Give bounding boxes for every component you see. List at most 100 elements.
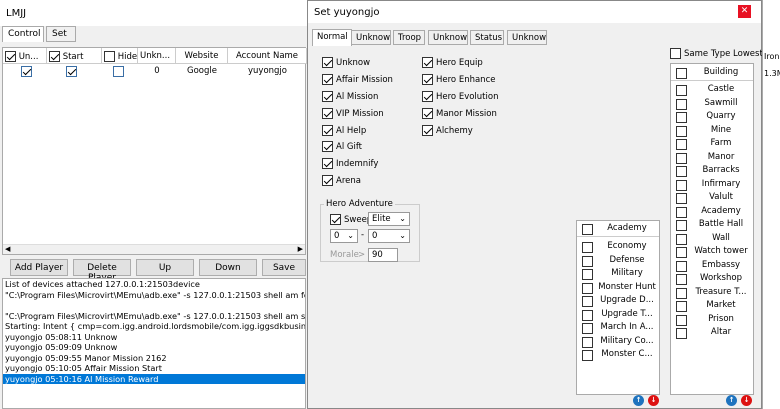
checkbox[interactable]: [422, 57, 433, 68]
add-player-button[interactable]: Add Player: [10, 259, 68, 276]
building-item[interactable]: Academy: [671, 206, 753, 220]
tab-set[interactable]: Set: [46, 26, 76, 42]
checkbox[interactable]: [322, 175, 333, 186]
checkbox[interactable]: [582, 350, 593, 361]
option-alchemy[interactable]: Alchemy: [422, 125, 473, 139]
checkbox[interactable]: [422, 108, 433, 119]
academy-item[interactable]: Monster Hunt: [577, 282, 659, 296]
scroll-right-icon[interactable]: ▶: [298, 245, 303, 253]
scroll-left-icon[interactable]: ◀: [5, 245, 10, 253]
sweep-option[interactable]: Sweep: [330, 214, 368, 228]
building-item[interactable]: Battle Hall: [671, 219, 753, 233]
tab-control[interactable]: Control: [2, 26, 44, 42]
building-item[interactable]: Barracks: [671, 165, 753, 179]
checkbox[interactable]: [322, 57, 333, 68]
checkbox[interactable]: [322, 125, 333, 136]
checkbox[interactable]: [676, 301, 687, 312]
checkbox[interactable]: [676, 166, 687, 177]
building-item[interactable]: Embassy: [671, 260, 753, 274]
academy-header[interactable]: Academy: [577, 223, 659, 237]
building-item[interactable]: Workshop: [671, 273, 753, 287]
checkbox[interactable]: [676, 274, 687, 285]
row-hide-checkbox[interactable]: [111, 66, 125, 80]
option-al-help[interactable]: Al Help: [322, 125, 366, 139]
checkbox[interactable]: [322, 91, 333, 102]
option-hero-equip[interactable]: Hero Equip: [422, 57, 483, 71]
row-start-checkbox[interactable]: [64, 66, 78, 80]
morale-input[interactable]: 90: [368, 248, 398, 262]
building-item[interactable]: Prison: [671, 314, 753, 328]
header-account[interactable]: Account Name: [228, 48, 307, 64]
header-un[interactable]: Un...: [3, 48, 47, 64]
header-hide-checkbox[interactable]: [104, 51, 115, 62]
option-indemnify[interactable]: Indemnify: [322, 158, 378, 172]
academy-item[interactable]: Military: [577, 268, 659, 282]
checkbox[interactable]: [676, 288, 687, 299]
grid-scrollbar[interactable]: ◀ ▶: [3, 244, 305, 254]
checkbox[interactable]: [676, 139, 687, 150]
option-affair-mission[interactable]: Affair Mission: [322, 74, 393, 88]
building-item[interactable]: Wall: [671, 233, 753, 247]
building-up-icon[interactable]: ↑: [726, 395, 737, 406]
checkbox[interactable]: [676, 328, 687, 339]
checkbox[interactable]: [582, 296, 593, 307]
building-item[interactable]: Manor: [671, 152, 753, 166]
checkbox[interactable]: [422, 74, 433, 85]
close-icon[interactable]: ✕: [738, 5, 751, 18]
checkbox[interactable]: [582, 310, 593, 321]
building-item[interactable]: Farm: [671, 138, 753, 152]
tab-unknow-1[interactable]: Unknow: [351, 30, 391, 45]
header-hide[interactable]: Hide: [102, 48, 138, 64]
header-start-checkbox[interactable]: [49, 51, 60, 62]
checkbox[interactable]: [676, 112, 687, 123]
checkbox[interactable]: [582, 269, 593, 280]
building-item[interactable]: Infirmary: [671, 179, 753, 193]
building-item[interactable]: Sawmill: [671, 98, 753, 112]
checkbox[interactable]: [676, 234, 687, 245]
checkbox[interactable]: [582, 242, 593, 253]
building-item[interactable]: Watch tower: [671, 246, 753, 260]
to-select[interactable]: 0 ⌄: [368, 229, 410, 243]
header-unkn[interactable]: Unkn...: [138, 48, 176, 64]
academy-item[interactable]: March In A...: [577, 322, 659, 336]
academy-down-icon[interactable]: ↓: [648, 395, 659, 406]
tab-troop[interactable]: Troop: [393, 30, 425, 45]
from-select[interactable]: 0 ⌄: [330, 229, 358, 243]
academy-up-icon[interactable]: ↑: [633, 395, 644, 406]
header-start[interactable]: Start: [47, 48, 102, 64]
checkbox[interactable]: [582, 323, 593, 334]
option-manor-mission[interactable]: Manor Mission: [422, 108, 497, 122]
academy-list[interactable]: Academy Economy Defense Military Monster…: [576, 220, 660, 395]
checkbox[interactable]: [676, 153, 687, 164]
difficulty-select[interactable]: Elite ⌄: [368, 212, 410, 226]
checkbox[interactable]: [582, 283, 593, 294]
building-down-icon[interactable]: ↓: [741, 395, 752, 406]
tab-unknow-3[interactable]: Unknow: [507, 30, 547, 45]
building-item[interactable]: Castle: [671, 84, 753, 98]
academy-item[interactable]: Defense: [577, 255, 659, 269]
same-type-lowest-option[interactable]: Same Type Lowest: [670, 48, 763, 62]
checkbox[interactable]: [322, 158, 333, 169]
header-checkbox[interactable]: [5, 51, 16, 62]
checkbox[interactable]: [422, 125, 433, 136]
academy-item[interactable]: Upgrade D...: [577, 295, 659, 309]
checkbox[interactable]: [582, 224, 593, 235]
option-al-mission[interactable]: Al Mission: [322, 91, 378, 105]
checkbox[interactable]: [670, 48, 681, 59]
option-arena[interactable]: Arena: [322, 175, 361, 189]
academy-item[interactable]: Economy: [577, 241, 659, 255]
up-button[interactable]: Up: [136, 259, 194, 276]
building-item[interactable]: Market: [671, 300, 753, 314]
row-un-checkbox[interactable]: [19, 66, 33, 80]
checkbox[interactable]: [582, 337, 593, 348]
down-button[interactable]: Down: [199, 259, 257, 276]
checkbox[interactable]: [676, 126, 687, 137]
tab-unknow-2[interactable]: Unknow: [428, 30, 468, 45]
checkbox[interactable]: [322, 74, 333, 85]
checkbox[interactable]: [676, 207, 687, 218]
checkbox[interactable]: [676, 180, 687, 191]
option-vip-mission[interactable]: VIP Mission: [322, 108, 384, 122]
checkbox[interactable]: [676, 68, 687, 79]
academy-item[interactable]: Upgrade T...: [577, 309, 659, 323]
academy-item[interactable]: Monster C...: [577, 349, 659, 363]
